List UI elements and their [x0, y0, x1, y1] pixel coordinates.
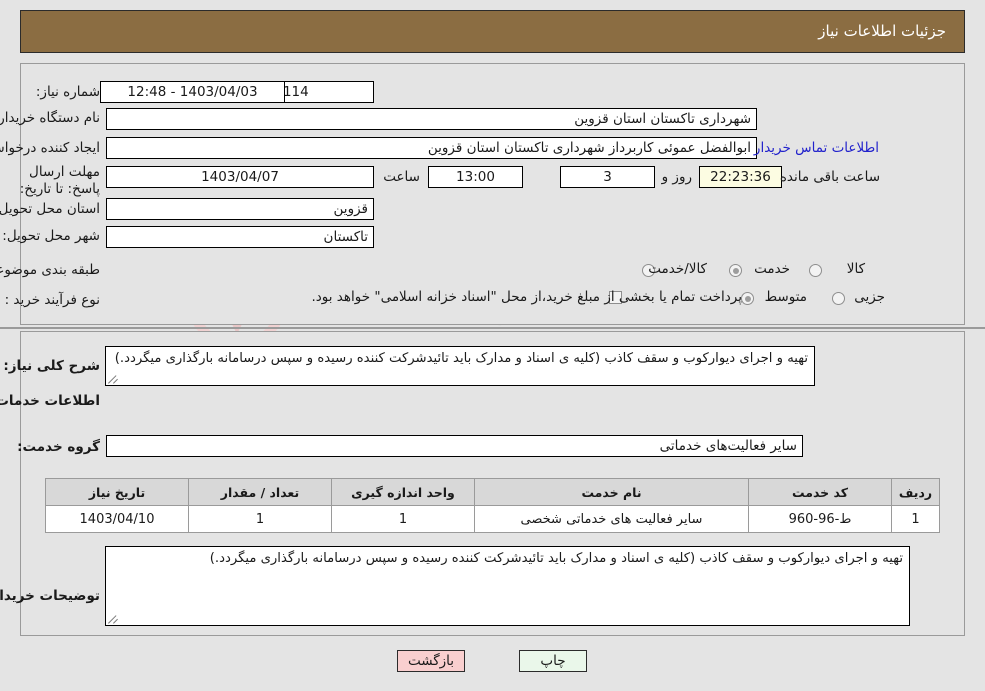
cell-service-name: سایر فعالیت های خدماتی شخصی — [474, 505, 749, 533]
col-service-name: نام خدمت — [474, 478, 749, 506]
radio-purchase-jozee[interactable] — [832, 292, 845, 305]
requester-value: ابوالفضل عموئی کاربرداز شهرداری تاکستان … — [106, 137, 757, 159]
general-desc-textarea[interactable]: تهیه و اجرای دیوارکوب و سقف کاذب (کلیه ی… — [105, 346, 815, 386]
city-value: تاکستان — [106, 226, 374, 248]
category-label: طبقه بندی موضوعی: — [0, 262, 100, 278]
remaining-hours-label: ساعت باقی مانده — [779, 169, 880, 185]
buyer-notes-label: توضیحات خریدار: — [0, 588, 100, 604]
radio-category-kala[interactable] — [809, 264, 822, 277]
cell-quantity: 1 — [188, 505, 332, 533]
buyer-org-value: شهرداری تاکستان استان قزوین — [106, 108, 757, 130]
requester-label: ایجاد کننده درخواست: — [0, 140, 100, 156]
need-number-label: شماره نیاز: — [35, 84, 100, 100]
announce-datetime-value: 1403/04/03 - 12:48 — [100, 81, 285, 103]
general-desc-label: شرح کلی نیاز: — [3, 358, 100, 374]
deadline-date-value: 1403/04/07 — [106, 166, 374, 188]
page-header-bar: جزئیات اطلاعات نیاز — [20, 10, 965, 53]
need-details-page: AriaTender.net جزئیات اطلاعات نیاز شماره… — [0, 0, 985, 691]
cell-unit: 1 — [331, 505, 475, 533]
cell-need-date: 1403/04/10 — [45, 505, 189, 533]
deadline-time-value: 13:00 — [428, 166, 523, 188]
buyer-org-label: نام دستگاه خریدار: — [0, 110, 100, 126]
buyer-notes-textarea[interactable]: تهیه و اجرای دیوارکوب و سقف کاذب (کلیه ی… — [105, 546, 910, 626]
radio-purchase-motevaset[interactable] — [741, 292, 754, 305]
buyer-notes-value: تهیه و اجرای دیوارکوب و سقف کاذب (کلیه ی… — [209, 551, 903, 566]
resize-grip-icon — [108, 372, 120, 384]
table-row: 1 ط-96-960 سایر فعالیت های خدماتی شخصی 1… — [45, 505, 940, 533]
cell-row-no: 1 — [891, 505, 940, 533]
col-quantity: تعداد / مقدار — [188, 478, 332, 506]
deadline-label: مهلت ارسال پاسخ: تا تاریخ: — [19, 164, 100, 197]
page-title: جزئیات اطلاعات نیاز — [818, 22, 946, 40]
remaining-days-label: روز و — [661, 169, 692, 185]
section-divider — [0, 327, 985, 329]
treasury-bonds-text: پرداخت تمام یا بخشی از مبلغ خرید،از محل … — [311, 289, 742, 305]
table-header-row: ردیف کد خدمت نام خدمت واحد اندازه گیری ت… — [45, 478, 940, 506]
col-unit: واحد اندازه گیری — [331, 478, 475, 506]
province-label: استان محل تحویل: — [0, 201, 100, 217]
services-section-title: اطلاعات خدمات مورد نیاز — [0, 393, 100, 409]
back-button[interactable]: بازگشت — [397, 650, 465, 672]
radio-purchase-jozee-label: جزیی — [854, 289, 885, 305]
radio-category-khedmat-label: خدمت — [754, 261, 790, 277]
radio-category-kala-khedmat-label: کالا/خدمت — [648, 261, 707, 277]
service-group-value: سایر فعالیت‌های خدماتی — [106, 435, 803, 457]
remaining-days-value: 3 — [560, 166, 655, 188]
col-need-date: تاریخ نیاز — [45, 478, 189, 506]
cell-service-code: ط-96-960 — [748, 505, 892, 533]
radio-category-khedmat[interactable] — [729, 264, 742, 277]
col-row-no: ردیف — [891, 478, 940, 506]
print-button[interactable]: چاپ — [519, 650, 587, 672]
radio-purchase-motevaset-label: متوسط — [764, 289, 807, 305]
buyer-contact-link[interactable]: اطلاعات تماس خریدار — [754, 140, 879, 156]
general-desc-value: تهیه و اجرای دیوارکوب و سقف کاذب (کلیه ی… — [114, 351, 808, 366]
city-label: شهر محل تحویل: — [2, 228, 100, 244]
col-service-code: کد خدمت — [748, 478, 892, 506]
resize-grip-icon — [108, 612, 120, 624]
countdown-timer: 22:23:36 — [699, 166, 782, 188]
deadline-hour-label: ساعت — [383, 169, 420, 185]
services-table: ردیف کد خدمت نام خدمت واحد اندازه گیری ت… — [45, 478, 940, 533]
radio-category-kala-label: کالا — [846, 261, 865, 277]
province-value: قزوین — [106, 198, 374, 220]
service-group-label: گروه خدمت: — [17, 439, 100, 455]
purchase-type-label: نوع فرآیند خرید : — [4, 292, 100, 308]
